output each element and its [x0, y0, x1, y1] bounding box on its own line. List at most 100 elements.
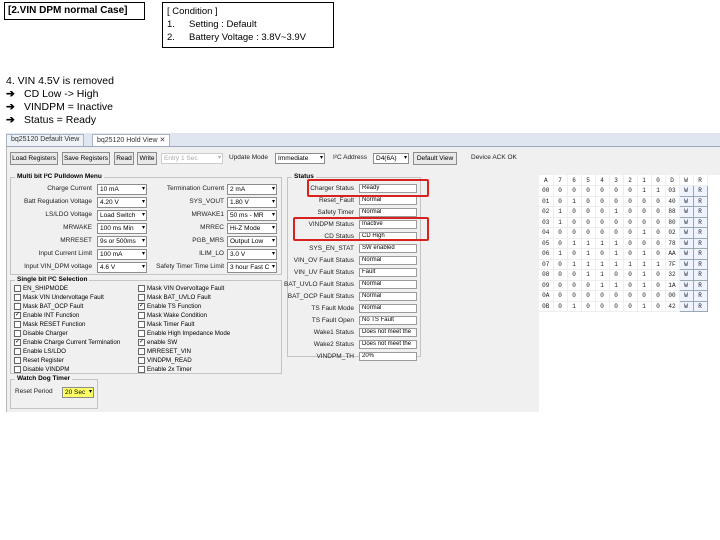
register-bit[interactable]: 0: [609, 196, 624, 207]
checkbox-box[interactable]: [138, 357, 145, 364]
register-bit[interactable]: 0: [651, 269, 666, 281]
register-bit[interactable]: 1: [637, 185, 652, 197]
checkbox-mask-bat-ocp[interactable]: Mask BAT_OCP Fault: [14, 303, 83, 310]
write-register-button[interactable]: W: [678, 237, 694, 249]
read-register-button[interactable]: R: [692, 216, 708, 228]
checkbox-box[interactable]: [138, 294, 145, 301]
register-bit[interactable]: 0: [609, 217, 624, 228]
register-bit[interactable]: 0: [595, 227, 610, 239]
register-bit[interactable]: 1: [595, 259, 610, 270]
register-bit[interactable]: 1: [651, 259, 666, 270]
checkbox-mask-wake[interactable]: Mask Wake Condition: [138, 312, 207, 319]
register-bit[interactable]: 0: [609, 290, 624, 302]
checkbox-box-checked[interactable]: ✓: [138, 303, 145, 310]
checkbox-mask-vin-ov[interactable]: Mask VIN Overvoltage Fault: [138, 285, 224, 292]
register-bit[interactable]: 0: [637, 238, 652, 249]
register-bit[interactable]: 1: [567, 196, 582, 207]
register-bit[interactable]: 0: [595, 196, 610, 207]
register-bit[interactable]: 0: [651, 238, 666, 249]
register-bit[interactable]: 0: [623, 217, 638, 228]
write-register-button[interactable]: W: [678, 279, 694, 291]
register-bit[interactable]: 0: [651, 217, 666, 228]
checkbox-box-checked[interactable]: ✓: [14, 339, 21, 346]
register-bit[interactable]: 0: [595, 206, 610, 218]
register-bit[interactable]: 0: [609, 301, 624, 312]
checkbox-enable-ls-ldo[interactable]: Enable LS/LDO: [14, 348, 66, 355]
register-bit[interactable]: 0: [553, 290, 568, 302]
register-bit[interactable]: 0: [553, 238, 568, 249]
checkbox-box[interactable]: [14, 357, 21, 364]
register-bit[interactable]: 1: [553, 206, 568, 218]
register-bit[interactable]: 0: [553, 269, 568, 281]
reset-period-dropdown[interactable]: 20 Sec ▾: [62, 387, 94, 398]
checkbox-box[interactable]: [14, 303, 21, 310]
checkbox-enable-int[interactable]: ✓ Enable INT Function: [14, 312, 79, 319]
checkbox-enable-2x-timer[interactable]: Enable 2x Timer: [138, 366, 192, 373]
write-register-button[interactable]: W: [678, 290, 694, 302]
register-bit[interactable]: 0: [595, 248, 610, 260]
read-register-button[interactable]: R: [692, 279, 708, 291]
register-bit[interactable]: 0: [553, 227, 568, 239]
register-bit[interactable]: 1: [623, 259, 638, 270]
write-register-button[interactable]: W: [678, 227, 694, 239]
register-bit[interactable]: 0: [623, 238, 638, 249]
register-bit[interactable]: 0: [651, 290, 666, 302]
register-bit[interactable]: 0: [623, 185, 638, 197]
register-bit[interactable]: 0: [595, 301, 610, 312]
safety-timer-limit-dropdown[interactable]: 3 hour Fast C ▾: [227, 262, 277, 273]
checkbox-mrreset-vin[interactable]: MRRESET_VIN: [138, 348, 191, 355]
register-bit[interactable]: 1: [581, 259, 596, 270]
ilim-lo-dropdown[interactable]: 3.0 V ▾: [227, 249, 277, 260]
mrwake-dropdown[interactable]: 100 ms Min ▾: [97, 223, 147, 234]
checkbox-mask-reset[interactable]: Mask RESET Function: [14, 321, 85, 328]
register-bit[interactable]: 0: [637, 217, 652, 228]
register-bit[interactable]: 0: [651, 280, 666, 291]
write-register-button[interactable]: W: [678, 269, 694, 281]
register-bit[interactable]: 1: [637, 280, 652, 291]
save-registers-button[interactable]: Save Registers: [62, 152, 110, 165]
register-bit[interactable]: 1: [651, 185, 666, 197]
register-bit[interactable]: 0: [567, 185, 582, 197]
register-bit[interactable]: 1: [595, 269, 610, 281]
register-bit[interactable]: 0: [651, 206, 666, 218]
checkbox-mask-timer-fault[interactable]: Mask Timer Fault: [138, 321, 194, 328]
checkbox-box[interactable]: [14, 285, 21, 292]
checkbox-box[interactable]: [14, 330, 21, 337]
entry-dropdown[interactable]: Entry 1 Sec ▾: [161, 153, 223, 164]
read-register-button[interactable]: R: [692, 290, 708, 302]
register-bit[interactable]: 0: [595, 185, 610, 197]
checkbox-enable-ts[interactable]: ✓ Enable TS Function: [138, 303, 201, 310]
register-bit[interactable]: 1: [581, 238, 596, 249]
default-view-button[interactable]: Default View: [413, 152, 457, 165]
register-bit[interactable]: 0: [623, 269, 638, 281]
register-bit[interactable]: 0: [553, 301, 568, 312]
pgb-mrs-dropdown[interactable]: Output Low ▾: [227, 236, 277, 247]
register-bit[interactable]: 1: [595, 280, 610, 291]
register-bit[interactable]: 0: [567, 280, 582, 291]
checkbox-box[interactable]: [14, 366, 21, 373]
read-register-button[interactable]: R: [692, 248, 708, 260]
write-button[interactable]: Write: [137, 152, 157, 165]
write-register-button[interactable]: W: [678, 185, 694, 197]
register-bit[interactable]: 0: [553, 280, 568, 291]
register-bit[interactable]: 1: [637, 259, 652, 270]
checkbox-disable-charger[interactable]: Disable Charger: [14, 330, 68, 337]
register-bit[interactable]: 0: [609, 227, 624, 239]
read-register-button[interactable]: R: [692, 269, 708, 281]
register-bit[interactable]: 0: [567, 269, 582, 281]
register-bit[interactable]: 0: [623, 301, 638, 312]
register-bit[interactable]: 1: [567, 259, 582, 270]
sys-vout-dropdown[interactable]: 1.80 V ▾: [227, 197, 277, 208]
register-bit[interactable]: 0: [651, 301, 666, 312]
register-bit[interactable]: 0: [567, 290, 582, 302]
write-register-button[interactable]: W: [678, 258, 694, 270]
register-bit[interactable]: 1: [609, 206, 624, 218]
checkbox-enable-charge-termination[interactable]: ✓ Enable Charge Current Termination: [14, 339, 120, 346]
register-bit[interactable]: 0: [595, 217, 610, 228]
register-bit[interactable]: 1: [567, 238, 582, 249]
read-register-button[interactable]: R: [692, 185, 708, 197]
write-register-button[interactable]: W: [678, 248, 694, 260]
checkbox-box[interactable]: [138, 321, 145, 328]
register-bit[interactable]: 1: [637, 248, 652, 260]
register-bit[interactable]: 1: [581, 269, 596, 281]
